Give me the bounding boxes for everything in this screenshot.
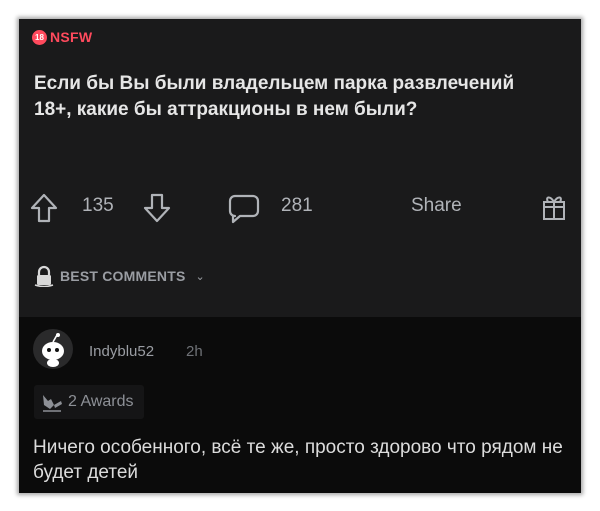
- screenshot-frame: 18 NSFW Если бы Вы были владельцем парка…: [19, 19, 581, 493]
- comment-body: Ничего особенного, всё те же, просто здо…: [33, 437, 563, 483]
- comments-button[interactable]: [227, 192, 261, 224]
- nsfw-label: NSFW: [50, 29, 93, 45]
- comment-username[interactable]: Indyblu52: [89, 343, 154, 360]
- comment-sort[interactable]: BEST COMMENTS ⌄: [34, 265, 205, 287]
- avatar[interactable]: [33, 329, 73, 369]
- awards-label: 2 Awards: [68, 393, 134, 410]
- share-label: Share: [411, 195, 462, 216]
- comment-awards[interactable]: 2 Awards: [34, 385, 144, 419]
- comment-count: 281: [281, 195, 313, 217]
- chevron-down-icon: ⌄: [195, 270, 205, 283]
- upvote-icon: [30, 193, 58, 223]
- post-title: Если бы Вы были владельцем парка развлеч…: [34, 73, 515, 120]
- comment-card: Indyblu52 2h 2 Awards Ничего особенного,…: [19, 317, 581, 493]
- lock-icon: [34, 265, 54, 287]
- award-button[interactable]: [541, 192, 567, 222]
- comment-count-value: 281: [281, 195, 313, 216]
- vote-score: 135: [82, 195, 114, 217]
- sort-label: BEST COMMENTS: [60, 268, 186, 284]
- nsfw-tag: 18 NSFW: [32, 29, 92, 45]
- avatar-icon: [42, 333, 64, 367]
- post-card: 18 NSFW Если бы Вы были владельцем парка…: [19, 19, 581, 317]
- downvote-icon: [143, 193, 171, 223]
- vote-score-value: 135: [82, 195, 114, 216]
- upvote-button[interactable]: [29, 192, 59, 224]
- comment-age: 2h: [186, 343, 203, 360]
- gift-icon: [543, 196, 565, 220]
- downvote-button[interactable]: [142, 192, 172, 224]
- award-icon: [43, 395, 62, 412]
- share-button[interactable]: Share: [411, 195, 462, 217]
- comment-icon: [228, 194, 260, 224]
- nsfw-icon: 18: [32, 29, 47, 45]
